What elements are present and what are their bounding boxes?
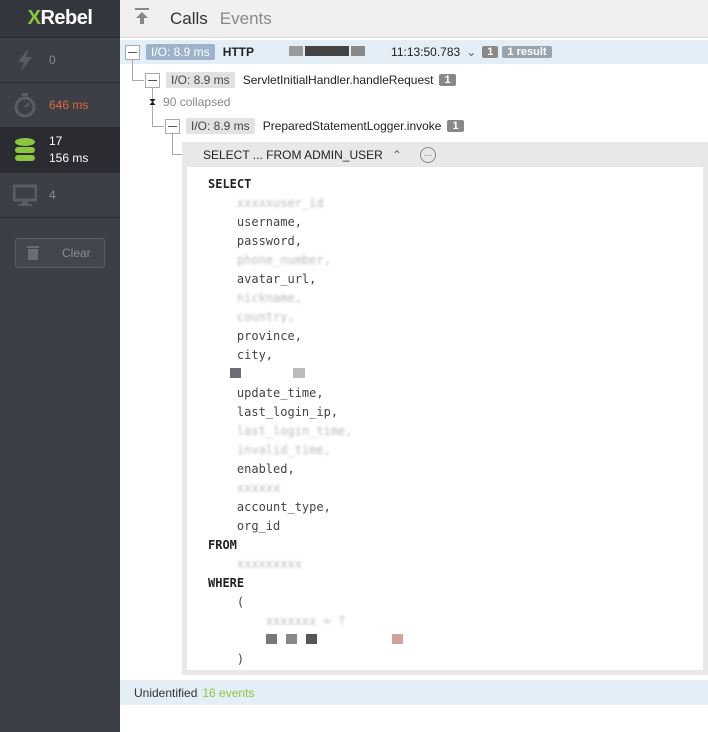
remote-count: 4 bbox=[49, 188, 56, 202]
collapse-toggle[interactable] bbox=[165, 118, 180, 134]
sql-title: SELECT ... FROM ADMIN_USER bbox=[203, 147, 383, 162]
query-count: 17 bbox=[49, 134, 63, 148]
io-badge: I/O: 8.9 ms bbox=[166, 72, 235, 88]
hourglass-icon: ⧗ bbox=[149, 96, 157, 108]
stopwatch-icon bbox=[12, 92, 38, 118]
count-badge: 1 bbox=[447, 120, 464, 132]
sidebar-item-timing[interactable]: 646 ms bbox=[0, 83, 120, 128]
collapsed-row[interactable]: ⧗ 90 collapsed bbox=[149, 90, 230, 114]
more-options-icon[interactable]: ··· bbox=[419, 146, 436, 163]
chevron-up-icon[interactable]: ⌃ bbox=[392, 148, 402, 162]
clear-button[interactable]: Clear bbox=[15, 238, 105, 268]
sql-text: SELECT xxxxxuser_id username, password, … bbox=[208, 175, 405, 669]
query-time: 156 ms bbox=[49, 151, 89, 165]
lightning-icon bbox=[12, 47, 38, 73]
http-call-row[interactable]: I/O: 8.9 ms HTTP 11:13:50.783 ⌄ 1 1 resu… bbox=[125, 40, 552, 64]
sql-header[interactable]: SELECT ... FROM ADMIN_USER ⌃ ··· bbox=[182, 142, 708, 167]
logger-row[interactable]: I/O: 8.9 ms PreparedStatementLogger.invo… bbox=[165, 114, 464, 138]
result-badge: 1 result bbox=[502, 46, 552, 58]
count-badge: 1 bbox=[482, 46, 499, 58]
chevron-down-icon[interactable]: ⌄ bbox=[466, 45, 476, 59]
events-link[interactable]: 16 events bbox=[202, 686, 254, 700]
timing-value: 646 ms bbox=[49, 98, 89, 112]
monitor-icon bbox=[12, 182, 38, 208]
clear-label: Clear bbox=[62, 246, 91, 260]
collapse-toggle[interactable] bbox=[145, 72, 160, 88]
call-time: 11:13:50.783 bbox=[391, 45, 461, 59]
call-type: HTTP bbox=[222, 45, 255, 59]
footer-label: Unidentified bbox=[134, 685, 198, 700]
exceptions-count: 0 bbox=[49, 53, 56, 67]
sidebar-item-database[interactable]: 17 156 ms bbox=[0, 128, 120, 173]
trash-icon bbox=[26, 244, 40, 263]
count-badge: 1 bbox=[439, 74, 456, 86]
redacted-url bbox=[289, 45, 367, 59]
io-badge: I/O: 8.9 ms bbox=[146, 44, 215, 60]
sidebar-item-exceptions[interactable]: 0 bbox=[0, 38, 120, 83]
tab-calls[interactable]: Calls bbox=[170, 9, 208, 29]
collapse-toggle[interactable] bbox=[125, 44, 140, 60]
method-name: ServletInitialHandler.handleRequest bbox=[242, 73, 434, 87]
collapse-all-icon[interactable] bbox=[134, 7, 150, 30]
unidentified-events-bar[interactable]: Unidentified 16 events bbox=[120, 680, 708, 705]
xrebel-logo: X Rebel bbox=[0, 0, 120, 38]
tab-events[interactable]: Events bbox=[220, 9, 272, 29]
handler-row[interactable]: I/O: 8.9 ms ServletInitialHandler.handle… bbox=[145, 68, 456, 92]
io-badge: I/O: 8.9 ms bbox=[186, 118, 255, 134]
sidebar: X Rebel 0 646 ms 17 156 ms 4 Clear bbox=[0, 0, 120, 732]
collapsed-label: 90 collapsed bbox=[163, 95, 231, 109]
database-icon bbox=[12, 137, 38, 163]
method-name: PreparedStatementLogger.invoke bbox=[262, 119, 442, 133]
sidebar-item-remote[interactable]: 4 bbox=[0, 173, 120, 218]
sql-panel: SELECT xxxxxuser_id username, password, … bbox=[182, 167, 708, 675]
header: Calls Events bbox=[120, 0, 708, 38]
